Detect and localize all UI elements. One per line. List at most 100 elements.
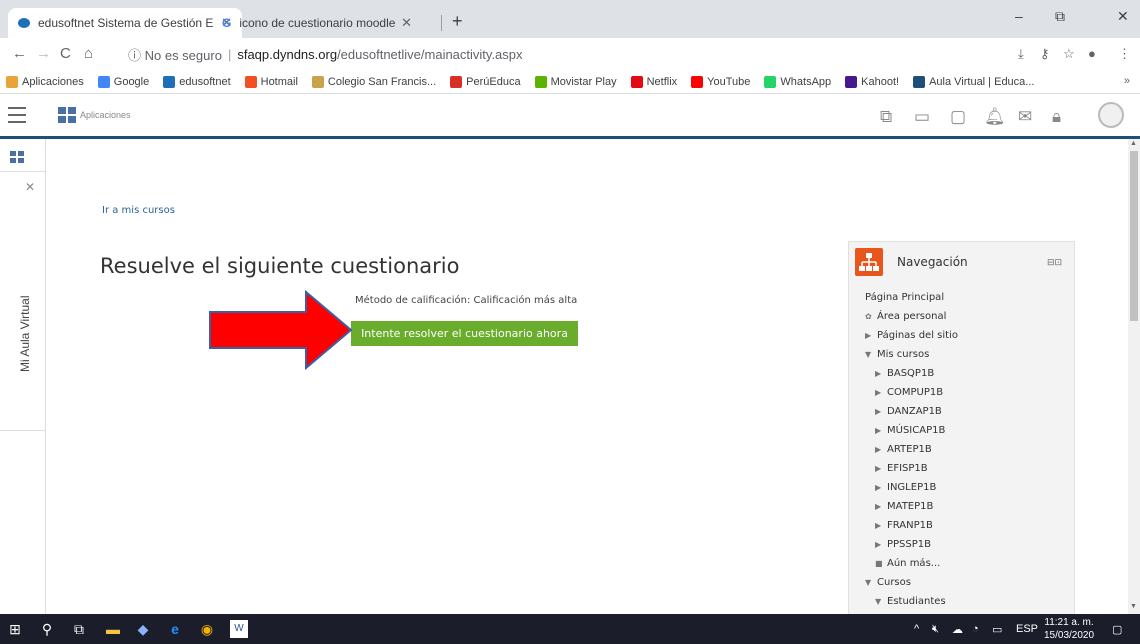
nav-tree-item[interactable]: ▶ EFISP1B xyxy=(865,459,958,478)
nav-tree-item[interactable]: ■ Aún más... xyxy=(865,554,958,573)
bookmark-item[interactable]: Google xyxy=(97,75,149,88)
aula-virtual-tab[interactable]: ✕ Mi Aula Virtual xyxy=(0,171,45,431)
nav-tree-item[interactable]: ▶ MATEP1B xyxy=(865,497,958,516)
nav-tree-item[interactable]: ✿ Área personal xyxy=(865,307,958,326)
nav-tree-item[interactable]: ▶ COMPUP1B xyxy=(865,383,958,402)
scroll-thumb[interactable] xyxy=(1130,151,1138,321)
nav-item-label: EFISP1B xyxy=(887,463,928,474)
wifi-icon[interactable]: ◔ xyxy=(972,623,979,635)
page-scrollbar[interactable]: ▲ ▼ xyxy=(1128,139,1140,614)
bookmark-item[interactable]: Aula Virtual | Educa... xyxy=(913,75,1034,88)
battery-icon[interactable]: ▭ xyxy=(992,623,1002,636)
url-input[interactable]: ⓘ No es seguro | sfaqp.dyndns.org /eduso… xyxy=(128,42,998,66)
calendar-icon[interactable]: ▢ xyxy=(950,107,966,127)
bookmarks-more-button[interactable]: » xyxy=(1124,75,1130,87)
notifications-icon[interactable]: ▢ xyxy=(1112,623,1122,636)
aula-virtual-label: Mi Aula Virtual xyxy=(18,295,32,372)
key-icon[interactable]: ⚷ xyxy=(1040,46,1050,62)
bookmark-item[interactable]: YouTube xyxy=(691,75,750,88)
url-separator: | xyxy=(227,46,232,62)
bookmark-item[interactable]: WhatsApp xyxy=(764,75,832,88)
nav-item-label: PPSSP1B xyxy=(887,539,932,550)
back-button[interactable]: ← xyxy=(12,45,27,62)
new-tab-button[interactable]: + xyxy=(452,11,463,32)
attempt-quiz-button[interactable]: Intente resolver el cuestionario ahora xyxy=(351,321,578,346)
file-explorer-icon[interactable]: ▬ xyxy=(104,620,122,638)
clock[interactable]: 11:21 a. m. 15/03/2020 xyxy=(1044,616,1094,642)
language-indicator[interactable]: ESP xyxy=(1016,623,1038,635)
mail-icon[interactable]: ✉ xyxy=(1018,107,1032,127)
windows-icon[interactable]: ⧉ xyxy=(880,107,892,127)
bookmark-item[interactable]: Aplicaciones xyxy=(6,75,84,88)
bookmark-item[interactable]: Hotmail xyxy=(244,75,298,88)
bookmark-label: Aplicaciones xyxy=(22,75,84,88)
word-icon[interactable]: W xyxy=(230,620,248,638)
bookmark-item[interactable]: PerúEduca xyxy=(450,75,521,88)
tab-google-search[interactable]: G icono de cuestionario moodle - I ✕ xyxy=(212,8,422,38)
maximize-button[interactable]: ⧉ xyxy=(1055,8,1065,25)
lock-icon[interactable]: 🔒︎ xyxy=(1052,107,1061,127)
menu-dots-icon[interactable]: ⋮ xyxy=(1118,46,1131,62)
nav-tree-item[interactable]: ▼ Cursos xyxy=(865,573,958,592)
download-icon[interactable]: ⤓ xyxy=(1018,46,1024,62)
bookmark-item[interactable]: edusoftnet xyxy=(163,75,231,88)
windows-start-icon[interactable]: ⊞ xyxy=(6,620,24,638)
profile-icon[interactable]: ● xyxy=(1088,46,1096,61)
nav-tree-item[interactable]: ▶ MÚSICAP1B xyxy=(865,421,958,440)
sitemap-icon xyxy=(855,248,883,276)
nav-tree-item[interactable]: ▶ PPSSP1B xyxy=(865,535,958,554)
bookmark-star-icon[interactable]: ☆ xyxy=(1063,46,1075,62)
nav-tree-item[interactable]: ▶ DANZAP1B xyxy=(865,402,958,421)
forward-button[interactable]: → xyxy=(36,45,51,62)
minimize-button[interactable]: – xyxy=(1015,8,1023,24)
navigation-tree: Página Principal ✿ Área personal ▶ Páginas d… xyxy=(865,288,958,611)
sidebar-grid-icon[interactable] xyxy=(10,151,24,163)
dashboard-icon: ✿ xyxy=(865,312,872,321)
bookmark-label: Netflix xyxy=(646,75,678,88)
nav-tree-item[interactable]: ▶ ARTEP1B xyxy=(865,440,958,459)
block-controls-icon[interactable]: ⊟⊡ xyxy=(1047,257,1062,268)
reload-button[interactable]: C xyxy=(60,45,71,62)
go-to-courses-link[interactable]: Ir a mis cursos xyxy=(102,205,175,216)
edge-icon[interactable]: e xyxy=(166,620,184,638)
nav-tree-item[interactable]: ▼ Estudiantes xyxy=(865,592,958,611)
chrome-icon[interactable]: ◉ xyxy=(198,620,216,638)
onedrive-icon[interactable]: ☁ xyxy=(952,623,963,636)
task-view-icon[interactable]: ⧉ xyxy=(70,620,88,638)
close-window-button[interactable]: ✕ xyxy=(1117,8,1129,25)
hamburger-menu-icon[interactable] xyxy=(8,107,26,123)
tab-edusoftnet[interactable]: edusoftnet Sistema de Gestión E ✕ xyxy=(8,8,242,38)
nav-tree-item[interactable]: ▶ BASQP1B xyxy=(865,364,958,383)
nav-tree-item[interactable]: Página Principal xyxy=(865,288,958,307)
nav-tree-item[interactable]: ▶ Páginas del sitio xyxy=(865,326,958,345)
scroll-up-icon[interactable]: ▲ xyxy=(1130,140,1137,147)
sidebar-close-icon[interactable]: ✕ xyxy=(25,180,35,194)
volume-muted-icon[interactable]: 🔇︎ xyxy=(932,623,939,636)
caret-down-icon: ▼ xyxy=(875,597,882,606)
nav-item-label: Páginas del sitio xyxy=(877,330,958,341)
nav-tree-item[interactable]: ▼ Mis cursos xyxy=(865,345,958,364)
bell-icon[interactable]: 🔔︎ xyxy=(984,107,1006,127)
security-indicator[interactable]: ⓘ No es seguro xyxy=(128,45,222,64)
bookmark-item[interactable]: Kahoot! xyxy=(845,75,899,88)
bookmark-item[interactable]: Movistar Play xyxy=(534,75,617,88)
clock-date: 15/03/2020 xyxy=(1044,630,1095,641)
search-icon[interactable]: ⚲ xyxy=(38,620,56,638)
apps-label[interactable]: Aplicaciones xyxy=(80,110,131,120)
home-button[interactable]: ⌂ xyxy=(84,45,93,62)
nav-tree-item[interactable]: ▶ INGLEP1B xyxy=(865,478,958,497)
tab-close-icon[interactable]: ✕ xyxy=(401,15,412,31)
url-path: /edusoftnetlive/mainactivity.aspx xyxy=(337,46,523,62)
store-icon[interactable]: ◆ xyxy=(134,620,152,638)
browser-tab-strip: edusoftnet Sistema de Gestión E ✕ G icon… xyxy=(0,0,1140,38)
bookmark-item[interactable]: Netflix xyxy=(630,75,678,88)
show-hidden-icons-icon[interactable]: ^ xyxy=(914,623,919,635)
scroll-down-icon[interactable]: ▼ xyxy=(1130,603,1137,610)
apps-grid-icon[interactable] xyxy=(58,107,76,123)
bookmark-favicon-icon xyxy=(450,75,463,88)
nav-tree-item[interactable]: ▶ FRANP1B xyxy=(865,516,958,535)
bookmark-item[interactable]: Colegio San Francis... xyxy=(311,75,436,88)
user-avatar[interactable] xyxy=(1098,102,1124,128)
bookmark-label: WhatsApp xyxy=(780,75,832,88)
screen-icon[interactable]: ▭ xyxy=(914,107,930,127)
